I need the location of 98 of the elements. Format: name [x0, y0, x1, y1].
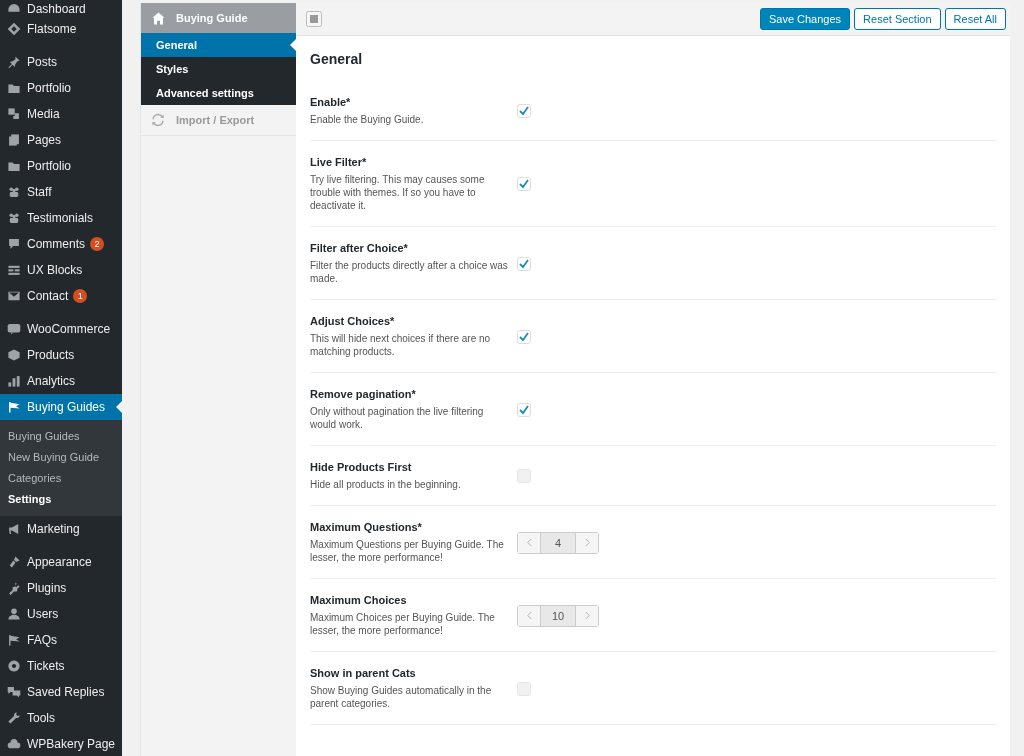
submenu-item[interactable]: Categories — [0, 468, 122, 489]
setting-description: Maximum Questions per Buying Guide. The lesser, the more performance! — [310, 538, 505, 564]
count-badge: 1 — [73, 289, 88, 303]
panel-title: Buying Guide — [176, 12, 248, 24]
wrench-icon — [7, 711, 21, 725]
refresh-icon — [151, 113, 165, 127]
menu-item[interactable]: Plugins — [0, 575, 122, 601]
brush-icon — [7, 555, 21, 569]
menu-item[interactable]: Buying Guides — [0, 394, 122, 420]
menu-item[interactable]: Appearance — [0, 549, 122, 575]
reset-button[interactable]: Reset Section — [854, 8, 941, 30]
section-title: General — [310, 50, 364, 69]
checkbox[interactable] — [517, 681, 531, 696]
menu-item[interactable]: UX Blocks — [0, 257, 122, 283]
envelope-icon — [7, 289, 21, 303]
setting-description: This will hide next choices if there are no matching products. — [310, 332, 492, 358]
menu-item[interactable]: Pages — [0, 127, 122, 153]
chevron-right-icon — [583, 611, 591, 620]
box-icon — [7, 348, 21, 362]
menu-item[interactable]: Portfolio — [0, 153, 122, 179]
setting-description: Show Buying Guides automatically in the parent categories. — [310, 684, 493, 710]
menu-item[interactable]: Tickets — [0, 653, 122, 679]
megaphone-icon — [7, 522, 21, 536]
bar-chart-icon — [7, 374, 21, 388]
chevron-right-icon — [583, 538, 591, 547]
increment-button[interactable] — [576, 605, 598, 626]
menu-item[interactable]: Users — [0, 601, 122, 627]
setting-description: Hide all products in the beginning. — [310, 478, 462, 491]
section-tab[interactable]: General — [141, 33, 296, 57]
reset-button[interactable]: Reset All — [944, 8, 1006, 30]
menu-item[interactable]: Flatsome — [0, 16, 122, 42]
chevron-left-icon — [525, 538, 533, 547]
checkbox[interactable] — [517, 177, 531, 191]
submenu-item[interactable]: Settings — [0, 489, 122, 510]
speech-bubbles-icon — [7, 685, 21, 699]
section-tab[interactable]: Styles — [141, 57, 296, 81]
cloud-icon — [7, 737, 21, 751]
menu-item[interactable]: Marketing — [0, 516, 122, 542]
menu-item[interactable]: Saved Replies — [0, 679, 122, 705]
menu-item[interactable]: Tools — [0, 705, 122, 731]
plug-icon — [7, 581, 21, 595]
menu-item[interactable]: WPBakery Page — [0, 731, 122, 756]
setting-label: Filter after Choice* — [310, 242, 409, 254]
number-field[interactable]: 10 — [540, 605, 576, 626]
setting-description: Filter the products directly after a choice was made. — [310, 259, 509, 285]
setting-description: Maximum Choices per Buying Guide. The lesser, the more performance! — [310, 611, 496, 637]
setting-label: Hide Products First — [310, 461, 413, 473]
menu-item[interactable]: Staff — [0, 179, 122, 205]
submenu-item[interactable]: Buying Guides — [0, 426, 122, 447]
submenu-item[interactable]: New Buying Guide — [0, 447, 122, 468]
setting-description: Only without pagination the live filtering would work. — [310, 405, 485, 431]
save-button[interactable]: Save Changes — [759, 8, 851, 30]
menu-item[interactable]: Contact 1 — [0, 283, 122, 309]
setting-label: Maximum Choices — [310, 594, 408, 606]
grid-icon — [7, 263, 21, 277]
speech-bubble-icon — [7, 237, 21, 251]
checkbox[interactable] — [517, 469, 531, 483]
checkbox[interactable] — [517, 256, 531, 271]
home-icon — [151, 10, 166, 26]
menu-item[interactable]: Media — [0, 101, 122, 127]
user-icon — [7, 607, 21, 621]
layout-icon[interactable] — [306, 11, 322, 27]
section-tab[interactable]: Advanced settings — [141, 81, 296, 105]
menu-item[interactable]: Testimonials — [0, 205, 122, 231]
menu-item[interactable]: Posts — [0, 49, 122, 75]
decrement-button[interactable] — [518, 605, 540, 626]
media-icon — [7, 107, 21, 121]
diamond-icon — [7, 22, 21, 36]
menu-item[interactable]: Portfolio — [0, 75, 122, 101]
flag-icon — [7, 633, 21, 647]
menu-item[interactable]: FAQs — [0, 627, 122, 653]
setting-label: Adjust Choices* — [310, 315, 396, 327]
checkbox[interactable] — [517, 402, 531, 417]
pages-icon — [7, 133, 21, 147]
number-field[interactable]: 4 — [540, 532, 576, 553]
setting-label: Live Filter* — [310, 156, 368, 168]
setting-label: Maximum Questions* — [310, 521, 423, 533]
decrement-button[interactable] — [518, 532, 540, 553]
menu-item[interactable]: WooCommerce — [0, 316, 122, 342]
flag-icon — [7, 400, 21, 414]
setting-label: Enable* — [310, 96, 352, 108]
people-icon — [7, 185, 21, 199]
life-ring-icon — [7, 659, 21, 673]
pin-icon — [7, 55, 21, 69]
people-icon — [7, 211, 21, 225]
setting-description: Try live filtering. This may causes some trouble with themes. If so you have to deactivate it. — [310, 173, 486, 212]
menu-item[interactable]: Dashboard — [0, 0, 122, 16]
menu-item[interactable]: Analytics — [0, 368, 122, 394]
menu-item[interactable]: Products — [0, 342, 122, 368]
menu-item[interactable]: Comments 2 — [0, 231, 122, 257]
count-badge: 2 — [90, 237, 104, 251]
setting-description: Enable the Buying Guide. — [310, 113, 425, 126]
chevron-left-icon — [525, 611, 533, 620]
checkbox[interactable] — [517, 104, 531, 118]
increment-button[interactable] — [576, 532, 598, 553]
setting-label: Remove pagination* — [310, 388, 417, 400]
setting-label: Show in parent Cats — [310, 667, 417, 679]
checkbox[interactable] — [517, 329, 531, 344]
